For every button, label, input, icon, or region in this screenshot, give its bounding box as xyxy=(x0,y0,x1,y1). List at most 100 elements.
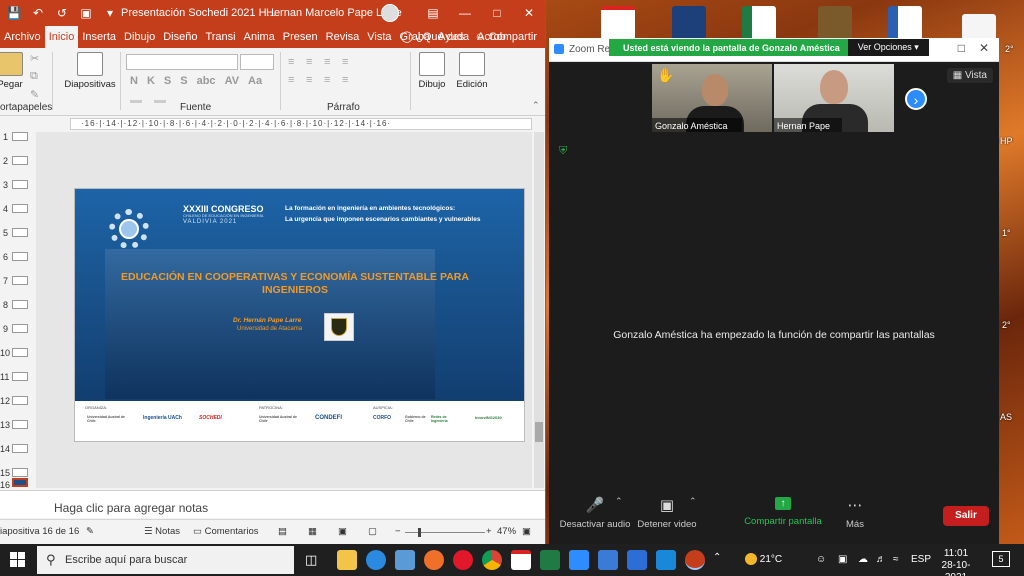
scroll-thumb[interactable] xyxy=(535,422,543,442)
slide-thumbnail[interactable] xyxy=(12,132,28,141)
current-slide[interactable]: XXXIII CONGRESO CHILENO DE EDUCACIÓN EN … xyxy=(74,188,525,442)
fit-slide-icon[interactable]: ▣ xyxy=(522,526,531,537)
view-button[interactable]: ▦ Vista xyxy=(946,68,993,83)
tab-revisar[interactable]: Revisa xyxy=(322,26,364,48)
present-icon[interactable]: ▣ xyxy=(78,5,94,21)
decrease-indent-icon[interactable]: ≡ xyxy=(324,56,330,68)
zoom-slider[interactable] xyxy=(405,532,485,533)
audio-options-chevron-icon[interactable]: ⌃ xyxy=(615,496,623,507)
word-file-icon[interactable] xyxy=(888,6,922,40)
next-page-button[interactable]: › xyxy=(905,88,927,110)
increase-indent-icon[interactable]: ≡ xyxy=(342,56,348,68)
slide-thumbnail[interactable] xyxy=(12,444,28,453)
clock[interactable]: 11:01 28-10-2021 xyxy=(936,548,976,576)
file-explorer-icon[interactable] xyxy=(337,550,357,570)
spacing-button[interactable]: AV xyxy=(225,75,239,87)
photos-icon[interactable] xyxy=(598,550,618,570)
tab-insertar[interactable]: Inserta xyxy=(78,26,120,48)
share-screen-button[interactable]: ↑ Compartir pantalla xyxy=(739,496,827,527)
normal-view-icon[interactable]: ▤ xyxy=(278,526,287,537)
close-icon[interactable]: ✕ xyxy=(513,0,545,26)
more-button[interactable]: ⋯ Más xyxy=(839,496,871,530)
change-case-button[interactable]: Aa xyxy=(248,75,262,87)
accessibility-icon[interactable]: ✎ xyxy=(86,526,94,537)
mute-button[interactable]: 🎤 Desactivar audio xyxy=(555,496,635,530)
edit-button[interactable]: Edición xyxy=(450,52,494,90)
participant-video[interactable]: ✋ Gonzalo Améstica xyxy=(652,64,772,132)
slide-sorter-icon[interactable]: ▦ xyxy=(308,526,317,537)
excel-file-icon[interactable] xyxy=(742,6,776,40)
zoom-level[interactable]: 47% xyxy=(497,526,516,537)
slide-thumbnail[interactable] xyxy=(12,204,28,213)
slide-thumbnail-selected[interactable] xyxy=(12,478,28,487)
slide-thumbnail[interactable] xyxy=(12,348,28,357)
redo-icon[interactable]: ↺ xyxy=(54,5,70,21)
newspaper-file-icon[interactable] xyxy=(672,6,706,40)
comments-button[interactable]: ▭ Comentarios xyxy=(193,526,258,537)
share-button[interactable]: ☺ Compartir xyxy=(474,26,537,48)
tell-me-search[interactable]: ◯ ¿Qué des xyxy=(401,26,465,48)
volume-icon[interactable]: ♬ xyxy=(876,544,886,576)
acrobat-icon[interactable] xyxy=(511,550,531,570)
calendar-icon[interactable] xyxy=(656,550,676,570)
opera-icon[interactable] xyxy=(453,550,473,570)
zoom-in-icon[interactable]: + xyxy=(486,526,492,537)
copy-icon[interactable]: ⧉ xyxy=(30,70,38,83)
tab-dibujo[interactable]: Dibujo xyxy=(120,26,159,48)
format-painter-icon[interactable]: ✎ xyxy=(30,88,39,101)
slide-thumbnail[interactable] xyxy=(12,372,28,381)
align-center-icon[interactable]: ≡ xyxy=(306,74,312,86)
leave-meeting-button[interactable]: Salir xyxy=(943,506,989,526)
view-options-button[interactable]: Ver Opciones ▾ xyxy=(847,39,929,56)
tab-transiciones[interactable]: Transi xyxy=(201,26,239,48)
slide-thumbnail[interactable] xyxy=(12,396,28,405)
excel-icon[interactable] xyxy=(540,550,560,570)
powerpoint-icon[interactable] xyxy=(685,550,705,570)
tab-vista[interactable]: Vista xyxy=(363,26,395,48)
slide-thumbnail[interactable] xyxy=(12,156,28,165)
search-input[interactable]: ⚲ Escribe aquí para buscar xyxy=(37,546,294,574)
undo-icon[interactable]: ↶ xyxy=(30,5,46,21)
tab-archivo[interactable]: Archivo xyxy=(0,26,45,48)
save-icon[interactable]: 💾 xyxy=(6,5,22,21)
minimize-icon[interactable]: — xyxy=(449,0,481,26)
close-icon[interactable]: ✕ xyxy=(979,41,989,55)
ribbon-display-icon[interactable]: ▤ xyxy=(417,0,449,26)
justify-icon[interactable]: ≡ xyxy=(342,74,348,86)
draw-button[interactable]: Dibujo xyxy=(410,52,454,90)
network-icon[interactable]: ▣ xyxy=(838,544,847,576)
slideshow-icon[interactable]: ▢ xyxy=(368,526,377,537)
slide-thumbnail[interactable] xyxy=(12,468,28,477)
slide-thumbnail[interactable] xyxy=(12,300,28,309)
participant-video[interactable]: Hernan Pape xyxy=(774,64,894,132)
edge-browser-icon[interactable] xyxy=(366,550,386,570)
weather-widget[interactable]: 21°C xyxy=(745,544,782,576)
bullets-icon[interactable]: ≡ xyxy=(288,56,294,68)
underline-button[interactable]: S xyxy=(164,75,171,87)
new-slide-button[interactable]: Diapositivas xyxy=(62,52,118,90)
zoom-out-icon[interactable]: − xyxy=(395,526,401,537)
people-icon[interactable]: ☺ xyxy=(816,544,826,576)
slide-thumbnail[interactable] xyxy=(12,276,28,285)
start-button[interactable] xyxy=(10,552,26,568)
firefox-icon[interactable] xyxy=(424,550,444,570)
store-icon[interactable] xyxy=(395,550,415,570)
chrome-icon[interactable] xyxy=(482,550,502,570)
slide-thumbnail[interactable] xyxy=(12,324,28,333)
numbering-icon[interactable]: ≡ xyxy=(306,56,312,68)
notes-button[interactable]: ☰ Notas xyxy=(144,526,180,537)
wifi-icon[interactable]: ≈ xyxy=(893,544,899,576)
zoom-app-icon[interactable] xyxy=(569,550,589,570)
pen-app-icon[interactable] xyxy=(627,550,647,570)
tab-presentacion[interactable]: Presen xyxy=(279,26,322,48)
shadow-button[interactable]: S xyxy=(180,75,187,87)
maximize-icon[interactable]: □ xyxy=(481,0,513,26)
slide-thumbnail[interactable] xyxy=(12,252,28,261)
task-view-icon[interactable]: ◫ xyxy=(305,552,317,568)
maximize-icon[interactable]: □ xyxy=(958,41,965,55)
video-options-chevron-icon[interactable]: ⌃ xyxy=(689,496,697,507)
align-right-icon[interactable]: ≡ xyxy=(324,74,330,86)
collapse-ribbon-icon[interactable]: ⌃ xyxy=(532,100,540,111)
notes-pane[interactable]: Haga clic para agregar notas xyxy=(0,490,545,518)
zoom-slider-thumb[interactable] xyxy=(418,528,421,537)
